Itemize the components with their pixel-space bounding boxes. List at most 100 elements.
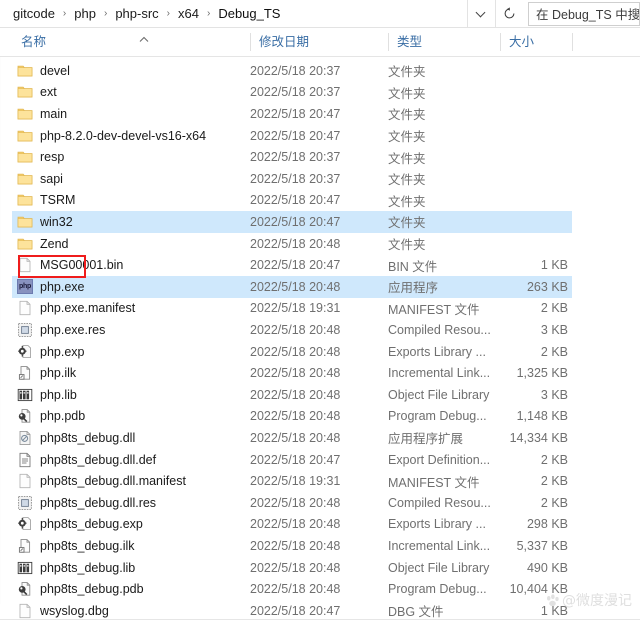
- file-name-cell[interactable]: resp: [12, 146, 250, 168]
- file-list[interactable]: devel 2022/5/18 20:37 文件夹 ext 2022/5/18 20:3…: [0, 58, 640, 619]
- file-size-cell: [500, 103, 568, 125]
- file-type-cell: Program Debug...: [388, 582, 487, 597]
- file-row[interactable]: php.exe.res 2022/5/18 20:48 Compiled Resou…: [12, 319, 572, 341]
- file-name-cell[interactable]: sapi: [12, 168, 250, 190]
- column-divider[interactable]: [388, 33, 389, 51]
- file-row[interactable]: devel 2022/5/18 20:37 文件夹: [12, 60, 572, 82]
- file-date-cell: 2022/5/18 20:48: [250, 279, 341, 294]
- watermark-text: @微度漫记: [562, 593, 632, 609]
- file-name-cell[interactable]: ext: [12, 82, 250, 104]
- file-row[interactable]: php8ts_debug.ilk 2022/5/18 20:48 Increment…: [12, 535, 572, 557]
- column-header-date[interactable]: 修改日期: [250, 28, 388, 56]
- file-name-cell[interactable]: php8ts_debug.dll.def: [12, 449, 250, 471]
- file-row[interactable]: TSRM 2022/5/18 20:47 文件夹: [12, 190, 572, 212]
- file-name-cell[interactable]: win32: [12, 211, 250, 233]
- file-name-cell[interactable]: php.exp: [12, 341, 250, 363]
- column-divider[interactable]: [572, 33, 573, 51]
- file-row[interactable]: php8ts_debug.dll 2022/5/18 20:48 应用程序扩展 14,…: [12, 427, 572, 449]
- file-name-cell[interactable]: TSRM: [12, 190, 250, 212]
- file-type-cell: 文件夹: [388, 108, 426, 123]
- file-row[interactable]: php.exe.manifest 2022/5/18 19:31 MANIFEST …: [12, 298, 572, 320]
- file-date-cell: 2022/5/18 20:48: [250, 538, 341, 553]
- file-name-cell[interactable]: php8ts_debug.exp: [12, 514, 250, 536]
- column-header-name[interactable]: 名称: [12, 28, 250, 56]
- file-row[interactable]: MSG00001.bin 2022/5/18 20:47 BIN 文件 1 KB: [12, 254, 572, 276]
- file-name-cell[interactable]: wsyslog.dbg: [12, 600, 250, 620]
- file-name-label: php.ilk: [40, 366, 77, 381]
- file-row[interactable]: wsyslog.dbg 2022/5/18 20:47 DBG 文件 1 KB: [12, 600, 572, 620]
- folder-icon: [17, 236, 33, 252]
- file-name-cell[interactable]: devel: [12, 60, 250, 82]
- file-size-cell: [500, 125, 568, 147]
- blank-file-icon: [17, 473, 33, 489]
- breadcrumb-item-debug-ts[interactable]: Debug_TS: [215, 0, 283, 28]
- gear-file-icon: [17, 516, 33, 532]
- file-name-cell[interactable]: php php.exe: [12, 276, 250, 298]
- file-size-cell: 14,334 KB: [509, 430, 568, 445]
- file-name-cell[interactable]: Zend: [12, 233, 250, 255]
- file-row[interactable]: php8ts_debug.pdb 2022/5/18 20:48 Program D…: [12, 578, 572, 600]
- address-bar[interactable]: gitcode › php › php-src › x64 › Debug_TS 在 Debug…: [0, 0, 640, 28]
- blank-file-icon: [17, 300, 33, 316]
- file-name-cell[interactable]: php-8.2.0-dev-devel-vs16-x64: [12, 125, 250, 147]
- file-date-cell: 2022/5/18 20:48: [250, 560, 341, 575]
- file-name-cell[interactable]: php.exe.manifest: [12, 298, 250, 320]
- file-row[interactable]: php.pdb 2022/5/18 20:48 Program Debug... 1,…: [12, 406, 572, 428]
- file-row[interactable]: Zend 2022/5/18 20:48 文件夹: [12, 233, 572, 255]
- file-row[interactable]: php8ts_debug.exp 2022/5/18 20:48 Exports L…: [12, 514, 572, 536]
- file-size-cell: [500, 82, 568, 104]
- column-divider[interactable]: [250, 33, 251, 51]
- breadcrumb-item-gitcode[interactable]: gitcode: [10, 0, 58, 28]
- file-date-cell: 2022/5/18 20:48: [250, 430, 341, 445]
- file-name-cell[interactable]: php8ts_debug.lib: [12, 557, 250, 579]
- file-name-cell[interactable]: php.ilk: [12, 362, 250, 384]
- file-row[interactable]: php.lib 2022/5/18 20:48 Object File Librar…: [12, 384, 572, 406]
- column-divider[interactable]: [500, 33, 501, 51]
- file-name-label: php8ts_debug.lib: [40, 560, 136, 575]
- file-row[interactable]: win32 2022/5/18 20:47 文件夹: [12, 211, 572, 233]
- file-name-cell[interactable]: php8ts_debug.dll.manifest: [12, 470, 250, 492]
- file-row[interactable]: main 2022/5/18 20:47 文件夹: [12, 103, 572, 125]
- breadcrumb[interactable]: gitcode › php › php-src › x64 › Debug_TS: [0, 0, 283, 28]
- file-row[interactable]: php.ilk 2022/5/18 20:48 Incremental Link..…: [12, 362, 572, 384]
- search-input[interactable]: 在 Debug_TS 中搜索: [528, 1, 640, 26]
- file-name-cell[interactable]: php.pdb: [12, 406, 250, 428]
- file-row[interactable]: php8ts_debug.dll.def 2022/5/18 20:47 Expor…: [12, 449, 572, 471]
- file-name-cell[interactable]: php.exe.res: [12, 319, 250, 341]
- file-name-cell[interactable]: MSG00001.bin: [12, 254, 250, 276]
- file-row[interactable]: sapi 2022/5/18 20:37 文件夹: [12, 168, 572, 190]
- file-type-cell: BIN 文件: [388, 259, 438, 274]
- file-size-cell: [500, 146, 568, 168]
- file-name-cell[interactable]: php8ts_debug.dll.res: [12, 492, 250, 514]
- column-header-row[interactable]: 名称 修改日期 类型 大小: [0, 28, 640, 57]
- file-date-cell: 2022/5/18 19:31: [250, 301, 341, 316]
- file-row[interactable]: php8ts_debug.dll.res 2022/5/18 20:48 Compi…: [12, 492, 572, 514]
- file-name-cell[interactable]: php.lib: [12, 384, 250, 406]
- column-header-size[interactable]: 大小: [500, 28, 572, 56]
- file-type-cell: 文件夹: [388, 238, 426, 253]
- breadcrumb-item-x64[interactable]: x64: [175, 0, 202, 28]
- file-row[interactable]: php8ts_debug.dll.manifest 2022/5/18 19:31…: [12, 470, 572, 492]
- file-row[interactable]: resp 2022/5/18 20:37 文件夹: [12, 146, 572, 168]
- file-row[interactable]: php-8.2.0-dev-devel-vs16-x64 2022/5/18 20…: [12, 125, 572, 147]
- address-dropdown-button[interactable]: [467, 0, 495, 27]
- file-row[interactable]: php php.exe 2022/5/18 20:48 应用程序 263 KB: [12, 276, 572, 298]
- file-explorer-window: gitcode › php › php-src › x64 › Debug_TS 在 Debug…: [0, 0, 640, 620]
- file-name-label: main: [40, 106, 68, 121]
- breadcrumb-item-php[interactable]: php: [71, 0, 99, 28]
- file-name-cell[interactable]: php8ts_debug.ilk: [12, 535, 250, 557]
- refresh-button[interactable]: [495, 0, 523, 27]
- file-name-cell[interactable]: php8ts_debug.dll: [12, 427, 250, 449]
- file-row[interactable]: ext 2022/5/18 20:37 文件夹: [12, 82, 572, 104]
- file-name-label: php.exe.manifest: [40, 301, 136, 316]
- file-type-cell: Object File Library: [388, 387, 490, 402]
- library-icon: [17, 560, 33, 576]
- file-name-cell[interactable]: main: [12, 103, 250, 125]
- file-date-cell: 2022/5/18 20:48: [250, 582, 341, 597]
- column-header-type[interactable]: 类型: [388, 28, 500, 56]
- file-row[interactable]: php.exp 2022/5/18 20:48 Exports Library ..…: [12, 341, 572, 363]
- file-name-cell[interactable]: php8ts_debug.pdb: [12, 578, 250, 600]
- breadcrumb-item-php-src[interactable]: php-src: [112, 0, 161, 28]
- file-row[interactable]: php8ts_debug.lib 2022/5/18 20:48 Object Fi…: [12, 557, 572, 579]
- file-date-cell: 2022/5/18 20:47: [250, 128, 341, 143]
